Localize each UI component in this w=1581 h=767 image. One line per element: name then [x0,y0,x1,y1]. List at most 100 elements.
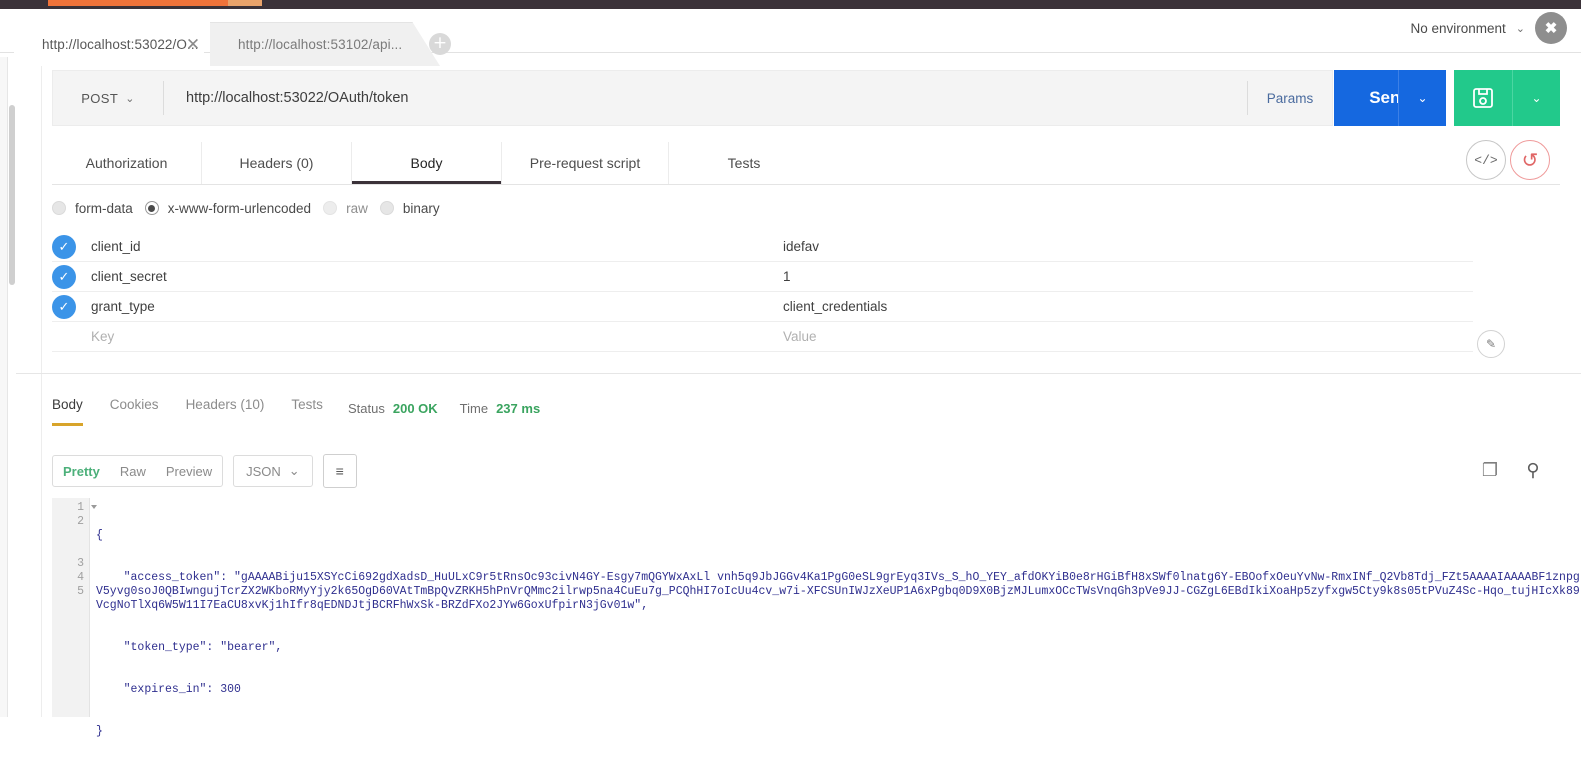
response-tab-tests-label: Tests [291,396,323,412]
body-mode-radios: form-data x-www-form-urlencoded raw bina… [52,196,452,220]
reset-icon[interactable]: ↺ [1510,140,1550,180]
row-checkbox[interactable]: ✓ [52,294,76,319]
table-row[interactable]: ✓ client_id idefav [52,232,1473,262]
body-mode-binary-label: binary [402,200,440,216]
window-titlebar [0,0,1581,9]
send-options-button[interactable]: ⌄ [1398,70,1446,126]
request-tab-1-label: http://localhost:53022/O... [42,36,199,52]
sidebar-column [16,57,42,717]
tab-headers[interactable]: Headers (0) [202,142,352,184]
response-tab-body[interactable]: Body [52,397,83,426]
save-options-button[interactable]: ⌄ [1512,70,1560,126]
save-icon [1473,88,1493,108]
body-mode-form-data[interactable]: form-data [52,201,133,216]
line-number: 3 [77,557,84,570]
response-tab-cookies-label: Cookies [109,396,159,412]
radio-icon-selected [144,201,159,215]
close-icon[interactable]: ✕ [183,35,203,55]
method-label: POST [81,90,119,106]
request-tabs: Authorization Headers (0) Body Pre-reque… [52,142,1560,184]
response-status-bar: Status 200 OK Time 237 ms [348,401,540,416]
tab-authorization[interactable]: Authorization [52,142,202,184]
row-key-input[interactable]: client_id [91,239,783,254]
tab-body-label: Body [410,155,443,171]
radio-icon [52,201,66,215]
tab-pre-request-script[interactable]: Pre-request script [502,142,669,184]
response-tab-headers-label: Headers (10) [185,396,265,412]
response-tab-cookies[interactable]: Cookies [110,397,159,426]
response-body-viewer: 1 2 3 4 5 { "access_token": "gAAAABiju15… [52,498,1581,738]
table-row[interactable]: ✓ grant_type client_credentials [52,292,1473,322]
json-line: "access_token": "gAAAABiju15XSYcCi692gdX… [96,571,1580,612]
body-mode-raw[interactable]: raw [323,201,368,216]
format-segment-group: Pretty Raw Preview [52,455,224,487]
params-button[interactable]: Params [1248,91,1332,106]
response-tab-tests[interactable]: Tests [291,397,323,426]
sidebar-scrollbar[interactable] [9,105,15,285]
add-tab-icon[interactable]: + [429,33,451,55]
json-line: "token_type": "bearer", [96,641,283,654]
section-divider [16,373,1581,374]
body-key-value-table: ✓ client_id idefav ✓ client_secret 1 ✓ g… [52,232,1473,352]
request-tab-1[interactable]: http://localhost:53022/O... [14,22,204,66]
fold-arrow-icon[interactable] [91,505,97,509]
line-number-value: 1 [77,501,84,514]
line-number: 4 [77,571,84,584]
method-selector[interactable]: POST ⌄ [53,91,163,106]
table-row[interactable]: ✓ client_secret 1 [52,262,1473,292]
row-checkbox[interactable]: ✓ [52,264,76,289]
copy-icon[interactable]: ❐ [1478,458,1502,482]
bulk-edit-icon[interactable]: ✎ [1477,330,1505,358]
time-value: 237 ms [496,401,541,416]
format-preview-button[interactable]: Preview [156,464,222,479]
body-mode-urlencoded[interactable]: x-www-form-urlencoded [144,200,312,216]
body-mode-binary[interactable]: binary [379,200,440,216]
line-number: 1 [52,501,97,515]
format-pretty-button[interactable]: Pretty [53,464,110,479]
json-line: { [96,529,103,542]
tab-strip: http://localhost:53022/O... http://local… [0,9,1581,66]
response-tab-body-label: Body [52,396,83,412]
titlebar-accent-secondary [228,0,262,6]
tab-body[interactable]: Body [352,142,502,184]
environment-quick-look-icon[interactable]: ✖ [1535,12,1567,44]
environment-label: No environment [1410,20,1506,36]
code-snippet-icon[interactable]: </> [1466,140,1506,180]
environment-selector[interactable]: No environment ⌄ ✖ [1410,12,1567,44]
row-key-input[interactable]: grant_type [91,299,783,314]
search-icon[interactable]: ⚲ [1521,458,1545,482]
row-key-input[interactable]: client_secret [91,269,783,284]
request-tab-2-label: http://localhost:53102/api... [238,36,403,52]
row-checkbox-empty[interactable] [52,325,76,349]
request-tab-2[interactable]: http://localhost:53102/api... [210,22,440,66]
wrap-lines-button[interactable]: ≡ [322,454,357,488]
table-row-empty[interactable]: Key Value [52,322,1473,352]
tab-tests[interactable]: Tests [669,142,819,184]
body-mode-urlencoded-label: x-www-form-urlencoded [167,200,312,216]
chevron-down-icon: ⌄ [125,92,135,105]
response-json-content[interactable]: { "access_token": "gAAAABiju15XSYcCi692g… [90,498,1581,738]
save-button[interactable] [1454,70,1512,126]
row-value-input[interactable]: Value [783,329,1473,344]
format-raw-button[interactable]: Raw [110,464,156,479]
chevron-down-icon: ⌄ [288,463,300,478]
status-badge: 200 OK [392,401,438,416]
response-format-toolbar: Pretty Raw Preview JSON ⌄ ≡ [52,454,357,488]
line-number: 5 [77,585,84,598]
line-number-gutter: 1 2 3 4 5 [52,498,97,717]
request-tabs-divider [52,184,1560,185]
response-tab-headers[interactable]: Headers (10) [186,397,265,426]
row-key-input[interactable]: Key [91,329,783,344]
tab-headers-label: Headers (0) [239,155,314,171]
json-line: } [96,725,103,738]
row-value-input[interactable]: client_credentials [783,299,1473,314]
row-value-input[interactable]: idefav [783,239,1473,254]
row-value-input[interactable]: 1 [783,269,1473,284]
language-selector[interactable]: JSON ⌄ [233,455,313,487]
json-line: "expires_in": 300 [96,683,241,696]
url-input[interactable]: http://localhost:53022/OAuth/token [164,90,1247,106]
row-checkbox[interactable]: ✓ [52,234,76,259]
language-label: JSON [246,463,281,479]
body-mode-raw-label: raw [346,200,368,216]
radio-icon [323,201,338,215]
